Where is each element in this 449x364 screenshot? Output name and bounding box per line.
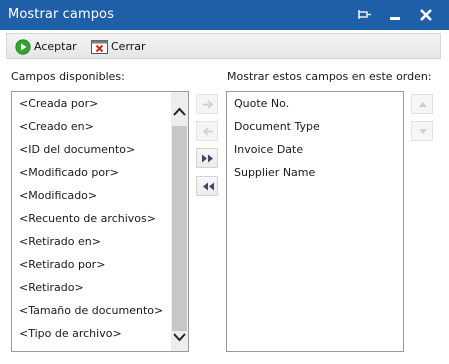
add-all-fields-button[interactable]	[196, 148, 218, 168]
move-down-button[interactable]	[411, 121, 433, 141]
remove-field-button[interactable]	[196, 121, 218, 141]
shown-fields-list[interactable]: Quote No. Document Type Invoice Date Sup…	[226, 91, 404, 352]
move-up-button[interactable]	[411, 94, 433, 114]
close-icon[interactable]	[417, 6, 435, 24]
window-title: Mostrar campos	[8, 7, 114, 22]
scrollbar-thumb[interactable]	[172, 126, 187, 331]
available-fields-label: Campos disponibles:	[11, 70, 125, 83]
arrow-right-icon	[203, 100, 214, 109]
list-item[interactable]: Supplier Name	[234, 166, 315, 179]
list-item[interactable]: <ID del documento>	[19, 143, 135, 156]
list-item[interactable]: <Creado en>	[19, 120, 94, 133]
list-item[interactable]: <Retirado por>	[19, 258, 105, 271]
chevron-down-icon[interactable]	[171, 329, 188, 345]
remove-all-fields-button[interactable]	[196, 176, 218, 196]
arrow-up-icon	[419, 102, 427, 107]
list-item[interactable]: <Retirado en>	[19, 235, 101, 248]
list-item[interactable]: <Modificado>	[19, 189, 97, 202]
pin-icon[interactable]	[356, 6, 374, 24]
close-label: Cerrar	[111, 40, 146, 53]
double-arrow-left-icon	[203, 182, 214, 191]
list-item[interactable]: <Creada por>	[19, 97, 98, 110]
arrow-left-icon	[202, 127, 213, 136]
check-circle-icon	[15, 38, 31, 55]
accept-label: Aceptar	[34, 40, 77, 53]
accept-button[interactable]: Aceptar	[15, 37, 77, 56]
available-fields-scrollbar[interactable]	[171, 92, 188, 351]
close-button[interactable]: Cerrar	[91, 37, 146, 56]
minimize-icon[interactable]	[386, 6, 404, 24]
toolbar: Aceptar Cerrar	[6, 33, 441, 59]
arrow-down-icon	[419, 129, 427, 134]
double-arrow-right-icon	[202, 154, 213, 163]
chevron-up-icon[interactable]	[171, 104, 188, 120]
list-item[interactable]: Document Type	[234, 120, 320, 133]
list-item[interactable]: <Retirado>	[19, 281, 84, 294]
available-fields-list[interactable]: <Creada por> <Creado en> <ID del documen…	[11, 91, 189, 352]
list-item[interactable]: <Tamaño de documento>	[19, 304, 163, 317]
list-item[interactable]: <Tipo de archivo>	[19, 327, 122, 340]
title-bar: Mostrar campos	[0, 0, 449, 30]
close-window-icon	[91, 39, 108, 54]
add-field-button[interactable]	[196, 94, 218, 114]
list-item[interactable]: <Recuento de archivos>	[19, 212, 156, 225]
list-item[interactable]: <Modificado por>	[19, 166, 119, 179]
list-item[interactable]: Quote No.	[234, 97, 289, 110]
shown-fields-label: Mostrar estos campos en este orden:	[227, 70, 432, 83]
list-item[interactable]: Invoice Date	[234, 143, 303, 156]
